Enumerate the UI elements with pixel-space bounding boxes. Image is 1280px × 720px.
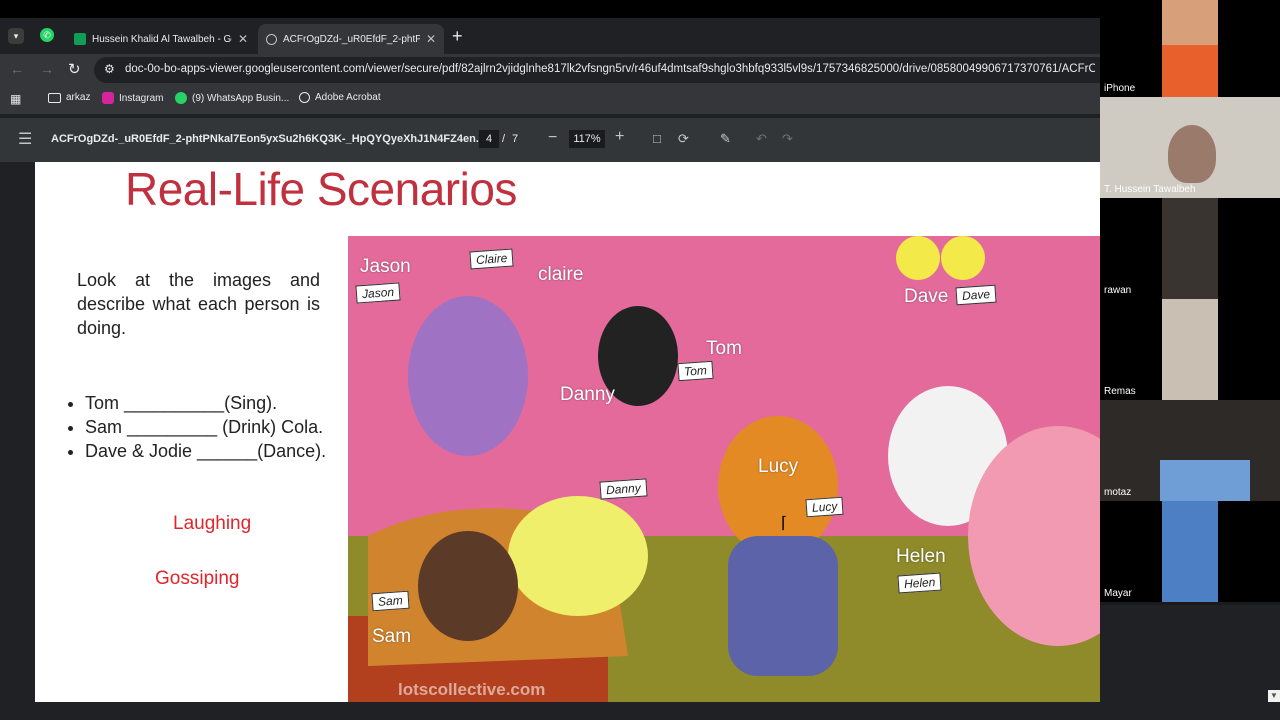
whatsapp-icon (175, 92, 187, 104)
exercise-item: Dave & Jodie ______(Dance). (85, 439, 326, 463)
participant-name: iPhone (1104, 83, 1136, 94)
party-scene-drawing (348, 236, 1100, 702)
zoom-out-icon[interactable]: − (548, 129, 557, 147)
bookmark-whatsapp[interactable]: (9) WhatsApp Busin... (175, 92, 289, 104)
site-info-icon[interactable]: ⚙ (104, 62, 115, 76)
note-laughing: Laughing (173, 513, 252, 534)
participant-tile[interactable]: Mayar (1100, 501, 1280, 602)
label-dave: Dave (904, 286, 949, 307)
tab-bar: ▾ ✆ Hussein Khalid Al Tawalbeh - Go ✕ AC… (0, 18, 1100, 54)
bookmark-label: Instagram (119, 92, 164, 104)
participant-tile[interactable]: rawan (1100, 198, 1280, 299)
slide-title: Real-Life Scenarios (125, 163, 517, 215)
participant-video (1162, 501, 1218, 602)
note-gossiping: Gossiping (155, 568, 240, 589)
page-total: 7 (512, 133, 519, 145)
apps-grid-icon[interactable]: ▦ (10, 92, 21, 106)
slide-instruction: Look at the images and describe what eac… (77, 270, 320, 338)
instagram-icon (102, 92, 114, 104)
label-jason: Jason (360, 256, 411, 277)
bookmark-label: (9) WhatsApp Busin... (192, 92, 290, 104)
participant-video (1160, 460, 1250, 501)
screen-top-strip (0, 0, 1100, 18)
participant-tile[interactable]: T. Hussein Tawalbeh (1100, 97, 1280, 198)
address-toolbar: ← → ↻ ⚙ doc-0o-bo-apps-viewer.googleuser… (0, 54, 1100, 86)
globe-icon (299, 92, 310, 103)
whatsapp-icon[interactable]: ✆ (40, 28, 54, 42)
tab-search-chevron-icon[interactable]: ▾ (8, 28, 24, 44)
exercise-item: Sam _________ (Drink) Cola. (85, 415, 326, 439)
tag-tom: Tom (677, 360, 714, 382)
participant-video (1162, 299, 1218, 400)
close-icon[interactable]: ✕ (426, 32, 436, 46)
forward-icon[interactable]: → (40, 61, 54, 77)
bookmark-label: Adobe Acrobat (315, 92, 381, 103)
pdf-toolbar: ☰ ACFrOgDZd-_uR0EfdF_2-phtPNkal7Eon5yxSu… (0, 118, 1100, 162)
screen-bottom-strip (0, 702, 1280, 720)
participant-video (1162, 45, 1218, 97)
participant-video (1162, 198, 1218, 299)
participant-name: motaz (1104, 487, 1132, 498)
participant-video (1168, 125, 1216, 183)
url-text[interactable]: doc-0o-bo-apps-viewer.googleusercontent.… (125, 63, 1095, 75)
zoom-in-icon[interactable]: + (615, 128, 624, 146)
zoom-level-input[interactable]: 117% (569, 130, 605, 148)
close-icon[interactable]: ✕ (238, 32, 248, 46)
bookmark-instagram[interactable]: Instagram (102, 92, 163, 104)
participant-name: rawan (1104, 285, 1132, 296)
folder-icon (48, 92, 61, 103)
tag-dave: Dave (955, 284, 997, 306)
participant-tile[interactable]: motaz (1100, 400, 1280, 501)
watermark: lotscollective.com (398, 680, 546, 699)
tag-danny: Danny (599, 478, 648, 500)
meeting-participants-panel: iPhone T. Hussein Tawalbeh rawan Remas m… (1100, 0, 1280, 605)
globe-icon (266, 33, 277, 45)
bookmark-label: arkaz (66, 92, 91, 103)
tab-pdf[interactable]: ACFrOgDZd-_uR0EfdF_2-phtPNk ✕ (258, 24, 444, 54)
rotate-icon[interactable]: ⟳ (678, 131, 689, 147)
label-sam: Sam (372, 626, 412, 647)
tag-jason: Jason (355, 282, 401, 304)
tag-helen: Helen (897, 572, 942, 594)
tag-sam: Sam (371, 590, 410, 612)
label-lucy: Lucy (758, 456, 799, 477)
label-claire: claire (538, 264, 584, 285)
page-separator: / (502, 133, 506, 145)
bookmarks-bar: ▦ arkaz Instagram (9) WhatsApp Busin... … (0, 86, 1100, 114)
sheets-icon (74, 33, 86, 45)
tab-sheets[interactable]: Hussein Khalid Al Tawalbeh - Go ✕ (66, 24, 256, 54)
scroll-down-icon[interactable]: ▼ (1268, 690, 1280, 702)
pdf-filename: ACFrOgDZd-_uR0EfdF_2-phtPNkal7Eon5yxSu2h… (51, 133, 485, 145)
fit-page-icon[interactable]: □ (653, 131, 661, 146)
redo-icon[interactable]: ↷ (782, 131, 793, 147)
participant-tile[interactable]: iPhone (1100, 0, 1280, 97)
tag-claire: Claire (469, 248, 514, 270)
participant-name: Mayar (1104, 588, 1132, 599)
label-tom: Tom (706, 338, 742, 359)
reload-icon[interactable]: ↻ (68, 60, 81, 78)
participant-name: Remas (1104, 386, 1136, 397)
participant-tile[interactable]: Remas (1100, 299, 1280, 400)
tab-title: ACFrOgDZd-_uR0EfdF_2-phtPNk (283, 33, 420, 45)
undo-icon[interactable]: ↶ (756, 131, 767, 147)
tab-title: Hussein Khalid Al Tawalbeh - Go (92, 33, 232, 45)
new-tab-icon[interactable]: + (452, 26, 463, 47)
back-icon[interactable]: ← (10, 61, 24, 77)
menu-icon[interactable]: ☰ (18, 129, 32, 149)
party-illustration: Jason claire Dave Tom Danny Lucy Helen S… (348, 236, 1100, 702)
label-danny: Danny (560, 384, 615, 405)
pdf-page: Real-Life Scenarios Look at the images a… (35, 162, 1100, 702)
bookmark-adobe[interactable]: Adobe Acrobat (299, 92, 381, 103)
annotate-pen-icon[interactable]: ✎ (720, 131, 731, 147)
participant-name: T. Hussein Tawalbeh (1104, 184, 1196, 195)
text-cursor-icon: ⌈ (781, 515, 788, 532)
tag-lucy: Lucy (805, 496, 844, 518)
exercise-item: Tom __________(Sing). (85, 391, 326, 415)
page-number-input[interactable]: 4 (479, 130, 499, 148)
label-helen: Helen (896, 546, 946, 567)
bookmark-arkaz[interactable]: arkaz (48, 92, 90, 103)
address-bar[interactable]: ⚙ doc-0o-bo-apps-viewer.googleuserconten… (94, 57, 1100, 83)
exercise-list: Tom __________(Sing). Sam _________ (Dri… (35, 391, 326, 463)
